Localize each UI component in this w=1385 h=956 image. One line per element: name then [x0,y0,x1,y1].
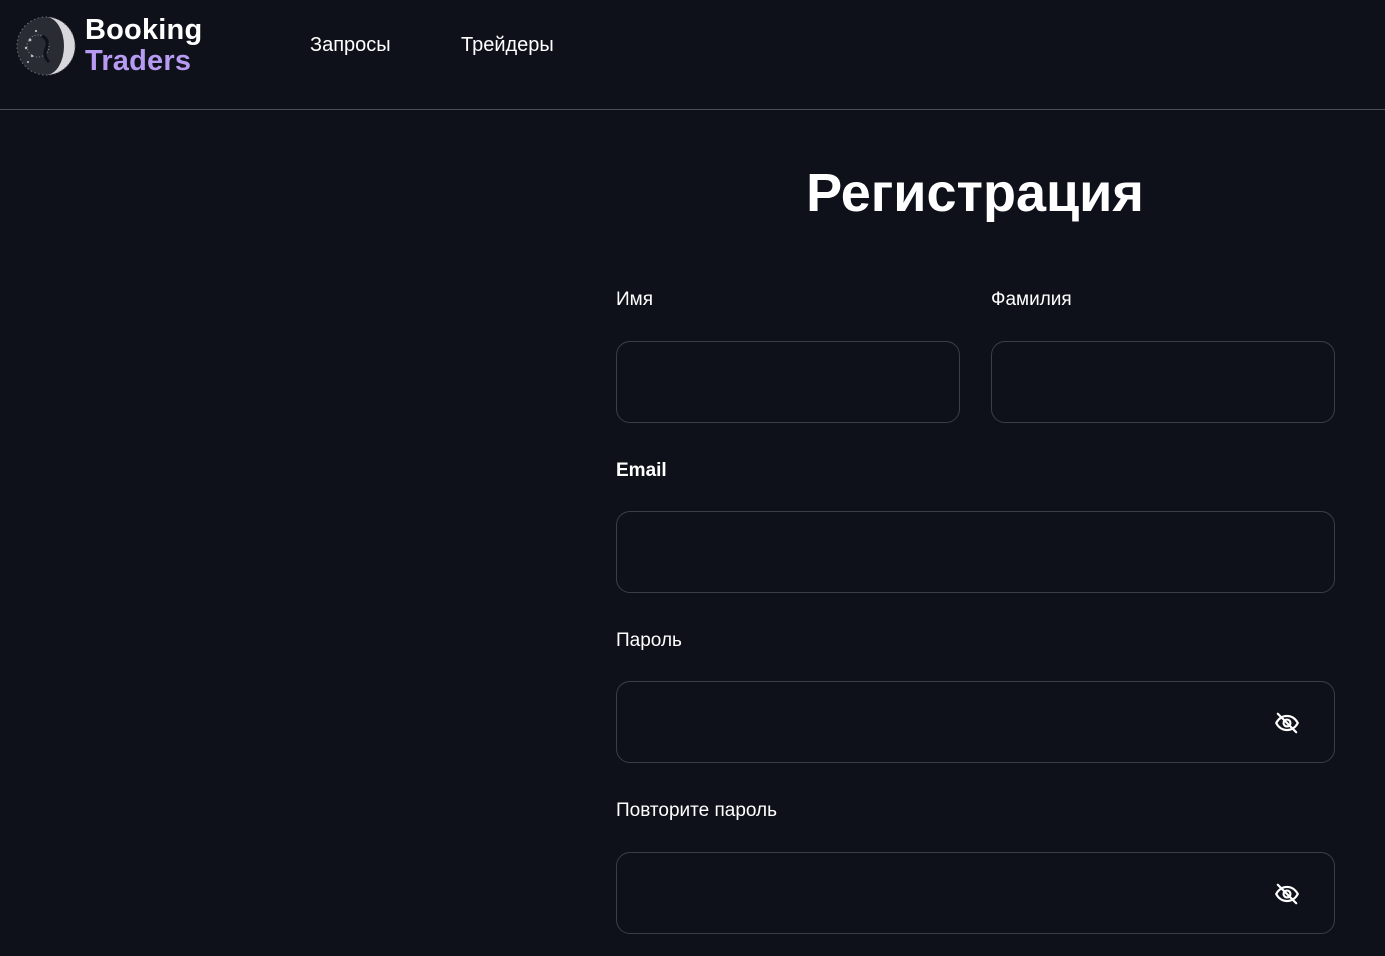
email-field-wrapper [616,511,1335,593]
first-name-label: Имя [616,289,654,310]
nav-link-traders[interactable]: Трейдеры [461,31,554,59]
last-name-label: Фамилия [991,289,1072,310]
nav-link-requests[interactable]: Запросы [310,31,391,59]
repeat-password-label: Повторите пароль [616,800,778,821]
logo-text-booking: Booking [85,14,203,46]
eye-off-icon[interactable] [1274,710,1300,736]
logo-globe-icon [16,16,76,76]
eye-off-icon[interactable] [1274,881,1300,907]
repeat-password-field-wrapper [616,852,1335,934]
top-header: Booking Traders Запросы Трейдеры [0,0,1385,110]
last-name-field-wrapper [991,341,1335,423]
password-field-wrapper [616,681,1335,763]
email-input[interactable] [617,512,1334,592]
page-title: Регистрация [806,163,1144,223]
logo-text-traders: Traders [85,45,192,77]
email-label: Email [616,460,667,481]
last-name-input[interactable] [992,342,1334,422]
password-input[interactable] [617,682,1334,762]
password-label: Пароль [616,630,682,651]
repeat-password-input[interactable] [617,853,1334,933]
brand-logo[interactable]: Booking Traders [16,14,236,80]
first-name-input[interactable] [617,342,959,422]
first-name-field-wrapper [616,341,960,423]
